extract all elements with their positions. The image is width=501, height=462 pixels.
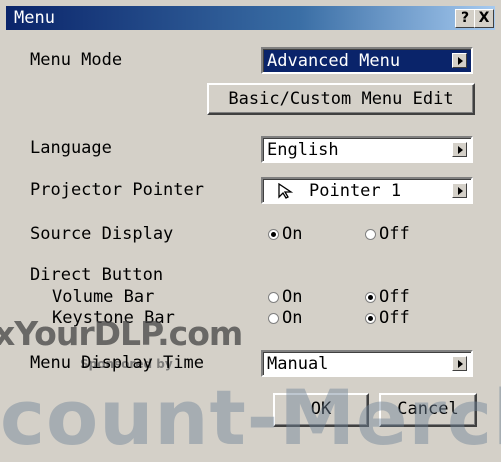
volume-bar-off-radio[interactable]: Off (365, 287, 410, 307)
projector-pointer-select[interactable]: Pointer 1 (261, 177, 473, 204)
language-select[interactable]: English (261, 136, 473, 163)
dropdown-arrow-icon[interactable] (452, 53, 467, 68)
title-bar: Menu ? X (6, 6, 495, 30)
projector-pointer-value: Pointer 1 (309, 181, 402, 201)
radio-selected-icon[interactable] (365, 312, 376, 324)
basic-custom-menu-edit-button[interactable]: Basic/Custom Menu Edit (207, 83, 475, 115)
keystone-bar-on-radio[interactable]: On (268, 308, 302, 328)
radio-label: On (282, 308, 303, 328)
menu-display-time-value: Manual (267, 354, 329, 374)
menu-mode-value: Advanced Menu (267, 51, 401, 71)
radio-label: Off (379, 224, 410, 244)
projector-pointer-label: Projector Pointer (30, 180, 204, 200)
pointer-arrow-icon (278, 183, 294, 199)
direct-button-label: Direct Button (30, 265, 164, 285)
window-title: Menu (14, 8, 55, 28)
source-display-off-radio[interactable]: Off (365, 224, 410, 244)
radio-unselected-icon[interactable] (268, 312, 279, 324)
watermark-banner: count-Mercha (0, 373, 501, 462)
menu-mode-label: Menu Mode (30, 50, 123, 70)
source-display-on-radio[interactable]: On (268, 224, 302, 244)
keystone-bar-off-radio[interactable]: Off (365, 308, 410, 328)
radio-selected-icon[interactable] (268, 228, 279, 240)
radio-unselected-icon[interactable] (365, 228, 376, 240)
volume-bar-on-radio[interactable]: On (268, 287, 302, 307)
radio-selected-icon[interactable] (365, 291, 376, 303)
volume-bar-label: Volume Bar (52, 287, 155, 307)
close-button[interactable]: X (474, 9, 494, 28)
radio-label: On (282, 287, 303, 307)
radio-label: On (282, 224, 303, 244)
help-button[interactable]: ? (455, 9, 475, 28)
watermark-site: xYourDLP.com (0, 314, 243, 353)
menu-mode-select[interactable]: Advanced Menu (261, 47, 473, 74)
language-value: English (267, 140, 339, 160)
dropdown-arrow-icon[interactable] (452, 142, 467, 157)
source-display-label: Source Display (30, 224, 174, 244)
dropdown-arrow-icon[interactable] (452, 356, 467, 371)
radio-unselected-icon[interactable] (268, 291, 279, 303)
radio-label: Off (379, 308, 410, 328)
language-label: Language (30, 138, 112, 158)
radio-label: Off (379, 287, 410, 307)
dropdown-arrow-icon[interactable] (452, 183, 467, 198)
menu-display-time-label: Menu Display Time (30, 353, 204, 373)
